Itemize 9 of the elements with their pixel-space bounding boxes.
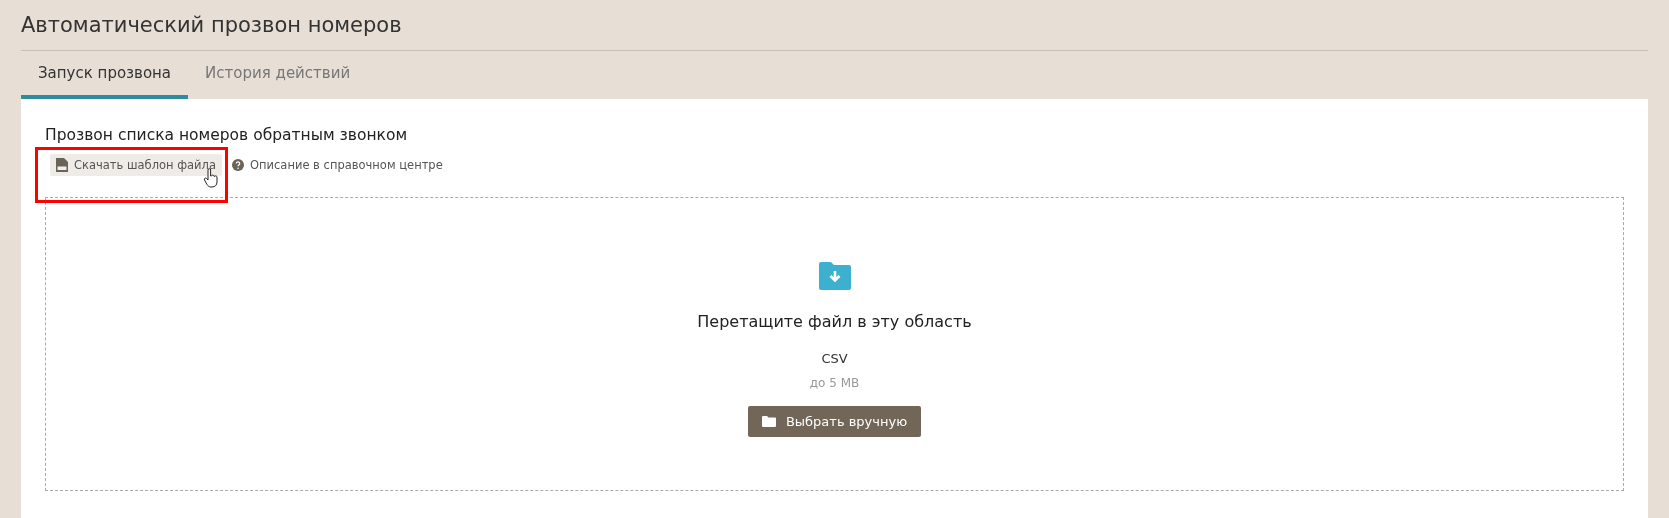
download-template-button[interactable]: Скачать шаблон файла — [50, 154, 222, 176]
file-format: CSV — [821, 351, 848, 366]
file-dropzone[interactable]: Перетащите файл в эту область CSV до 5 MB Выбрать вручную — [45, 197, 1624, 491]
section-title: Прозвон списка номеров обратным звонком — [45, 125, 409, 143]
page-title: Автоматический прозвон номеров — [21, 13, 402, 37]
help-center-link[interactable]: Описание в справочном центре — [232, 158, 443, 172]
dropzone-title: Перетащите файл в эту область — [697, 312, 972, 331]
choose-file-button[interactable]: Выбрать вручную — [747, 406, 922, 437]
size-limit: до 5 MB — [809, 376, 860, 390]
